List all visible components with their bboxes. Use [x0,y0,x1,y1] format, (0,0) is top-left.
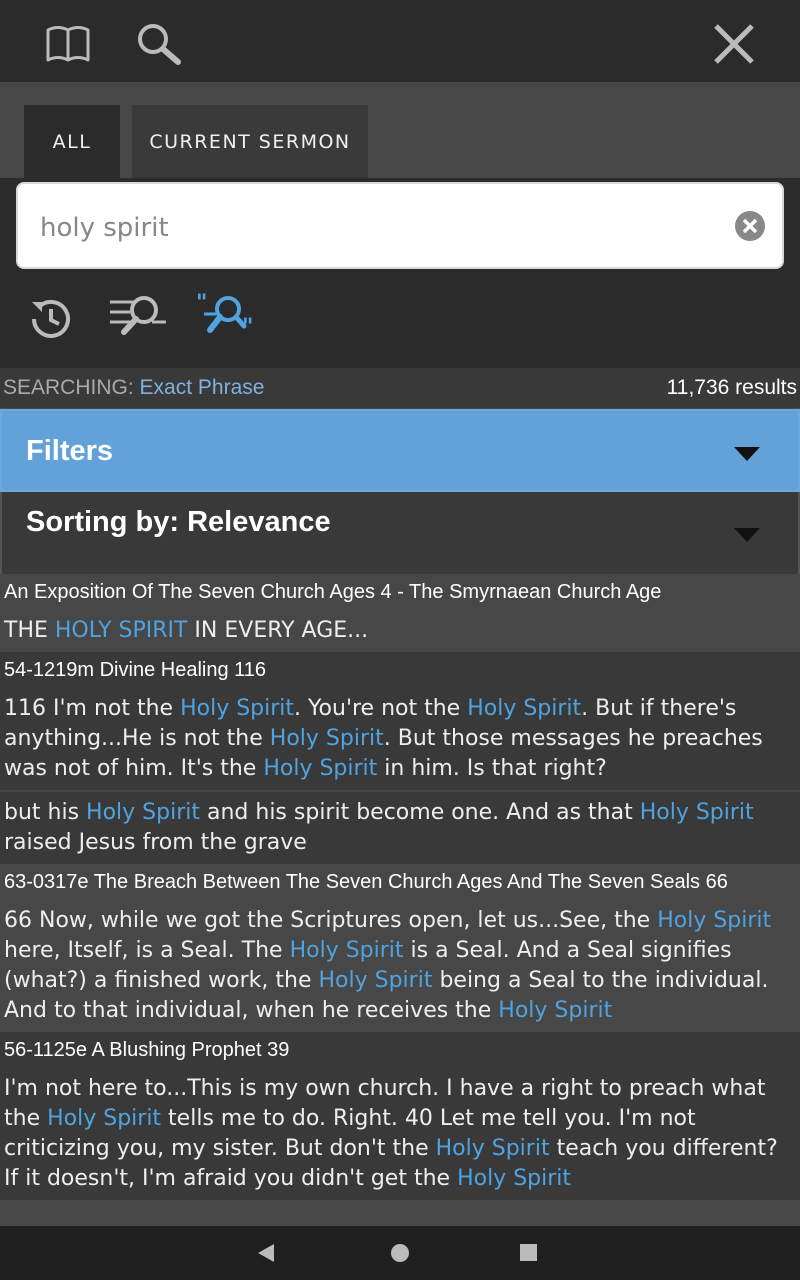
snippet-text: 66 Now, while we got the Scriptures open… [4,908,658,933]
system-nav-bar [0,1226,800,1280]
highlighted-term: Holy Spirit [263,756,378,781]
list-item[interactable]: 63-0317e The Breach Between The Seven Ch… [0,864,800,1032]
result-title: 54-1219m Divine Healing 116 [0,652,800,688]
snippet-text: in him. Is that right? [377,756,607,781]
snippet-text: and his spirit become one. And as that [200,800,640,825]
results-list[interactable]: An Exposition Of The Seven Church Ages 4… [0,574,800,1226]
highlighted-term: Holy Spirit [435,1136,550,1161]
exact-phrase-icon[interactable]: " " [196,290,256,340]
highlighted-term: Holy Spirit [498,998,613,1023]
highlighted-term: Holy Spirit [269,726,384,751]
snippet-text: here, Itself, is a Seal. The [4,938,290,963]
snippet-text: IN EVERY AGE... [187,618,369,643]
highlighted-term: Holy Spirit [457,1166,572,1191]
sorting-title: Sorting by: Relevance [26,506,331,538]
snippet-text: raised Jesus from the grave [4,830,307,855]
clear-search-icon[interactable] [734,210,766,242]
nav-home-icon[interactable] [391,1244,409,1262]
highlighted-term: Holy Spirit [467,696,582,721]
highlighted-term: Holy Spirit [318,968,433,993]
result-snippet: 66 Now, while we got the Scriptures open… [0,900,800,1032]
nav-recents-icon[interactable] [520,1244,537,1261]
svg-text:": " [196,291,207,316]
search-box [16,182,784,269]
highlighted-term: Holy Spirit [289,938,404,963]
top-app-bar [0,0,800,82]
search-icon[interactable] [134,20,182,68]
result-snippet: 116 I'm not the Holy Spirit. You're not … [0,688,800,790]
search-mode: SEARCHING: Exact Phrase [3,376,264,400]
result-snippet: but his Holy Spirit and his spirit becom… [0,790,800,864]
nav-back-icon[interactable] [258,1244,274,1262]
snippet-text: THE [4,618,55,643]
list-item[interactable]: 56-1125e A Blushing Prophet 39 I'm not he… [0,1032,800,1200]
highlighted-term: Holy Spirit [657,908,772,933]
book-icon[interactable] [44,20,92,68]
search-mode-value[interactable]: Exact Phrase [140,376,265,399]
filters-panel[interactable]: Filters [0,409,800,492]
search-area: " " [0,178,800,368]
list-item[interactable]: An Exposition Of The Seven Church Ages 4… [0,574,800,652]
filters-title: Filters [26,435,114,467]
highlighted-term: HOLY SPIRIT [54,618,188,643]
snippet-text: . You're not the [294,696,468,721]
sorting-panel[interactable]: Sorting by: Relevance [0,492,800,574]
highlighted-term: Holy Spirit [86,800,200,825]
result-snippet: I'm not here to...This is my own church.… [0,1068,800,1200]
search-status: SEARCHING: Exact Phrase 11,736 results [0,368,800,408]
history-icon[interactable] [26,294,76,344]
filters-chevron-down-icon [734,447,760,461]
result-snippet: THE HOLY SPIRIT IN EVERY AGE... [0,610,800,652]
result-title: An Exposition Of The Seven Church Ages 4… [0,574,800,610]
search-mode-label: SEARCHING: [3,376,140,399]
close-icon[interactable] [710,20,758,68]
search-input[interactable] [40,208,690,248]
tab-current-sermon[interactable]: CURRENT SERMON [132,105,368,178]
list-item[interactable]: 54-1219m Divine Healing 116 116 I'm not t… [0,652,800,864]
highlighted-term: Holy Spirit [639,800,754,825]
result-title: 63-0317e The Breach Between The Seven Ch… [0,864,800,900]
snippet-text: 116 I'm not the [4,696,181,721]
snippet-text: but his [4,800,87,825]
highlighted-term: Holy Spirit [180,696,295,721]
fuzzy-search-icon[interactable] [108,290,168,340]
scope-tabs: ALL CURRENT SERMON [0,82,800,178]
tab-all[interactable]: ALL [24,105,120,178]
sorting-chevron-down-icon [734,528,760,542]
highlighted-term: Holy Spirit [47,1106,162,1131]
result-count: 11,736 results [666,376,797,399]
result-title: 56-1125e A Blushing Prophet 39 [0,1032,800,1068]
